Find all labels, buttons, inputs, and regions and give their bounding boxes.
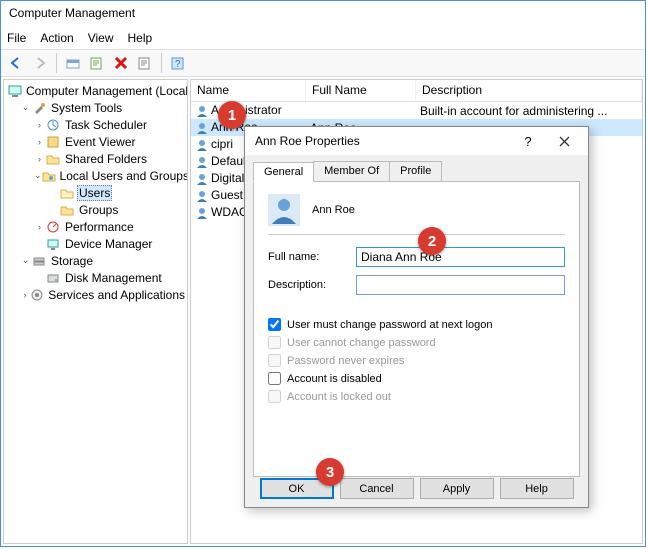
check-disabled[interactable]: Account is disabled	[268, 372, 565, 385]
annotation-1: 1	[218, 101, 246, 129]
menu-help[interactable]: Help	[128, 31, 153, 47]
forward-button[interactable]	[29, 52, 51, 74]
folder-shared-icon	[45, 151, 61, 167]
properties-dialog: Ann Roe Properties ? General Member Of P…	[244, 126, 589, 508]
tree-storage[interactable]: ⌄Storage	[4, 252, 187, 269]
checkbox-cannot-change	[268, 336, 281, 349]
tree-users[interactable]: Users	[4, 184, 187, 201]
dialog-close-button[interactable]	[546, 130, 582, 152]
menu-view[interactable]: View	[88, 31, 114, 47]
tab-profile[interactable]: Profile	[389, 161, 442, 181]
dialog-titlebar: Ann Roe Properties ?	[245, 127, 588, 155]
expander-icon[interactable]: ⌄	[34, 170, 42, 181]
checkbox-disabled[interactable]	[268, 372, 281, 385]
col-full[interactable]: Full Name	[306, 80, 416, 101]
expander-icon[interactable]: ›	[34, 120, 45, 130]
user-icon	[195, 172, 209, 186]
user-icon	[195, 138, 209, 152]
storage-icon	[31, 253, 47, 269]
col-desc[interactable]: Description	[416, 80, 642, 101]
dialog-title: Ann Roe Properties	[255, 134, 360, 148]
folder-open-icon	[59, 185, 75, 201]
list-row[interactable]: AdministratorBuilt-in account for admini…	[191, 102, 642, 119]
toolbar: ?	[1, 49, 645, 77]
tree-task-scheduler[interactable]: ›Task Scheduler	[4, 116, 187, 133]
disk-icon	[45, 270, 61, 286]
window-title: Computer Management	[1, 1, 645, 29]
tab-member-of[interactable]: Member Of	[313, 161, 390, 181]
cancel-button[interactable]: Cancel	[340, 478, 414, 499]
checkbox-locked	[268, 390, 281, 403]
description-input[interactable]	[356, 275, 565, 295]
tree-groups[interactable]: Groups	[4, 201, 187, 218]
tabstrip: General Member Of Profile	[245, 155, 588, 181]
dialog-username: Ann Roe	[312, 204, 355, 216]
apply-button[interactable]: Apply	[420, 478, 494, 499]
computer-icon	[8, 83, 22, 99]
menu-action[interactable]: Action	[40, 31, 73, 47]
refresh-button[interactable]	[134, 52, 156, 74]
check-must-change[interactable]: User must change password at next logon	[268, 318, 565, 331]
expander-icon[interactable]: ›	[34, 137, 45, 147]
help-button[interactable]: Help	[500, 478, 574, 499]
user-icon	[195, 121, 209, 135]
tree-system-tools[interactable]: ⌄System Tools	[4, 99, 187, 116]
tree-local-users-groups[interactable]: ⌄Local Users and Groups	[4, 167, 187, 184]
users-folder-icon	[42, 168, 56, 184]
perf-icon	[45, 219, 61, 235]
expander-icon[interactable]: ⌄	[20, 255, 31, 266]
properties-button[interactable]	[86, 52, 108, 74]
user-icon	[195, 206, 209, 220]
svg-text:?: ?	[175, 59, 181, 70]
list-header: Name Full Name Description	[191, 80, 642, 102]
tree-services-apps[interactable]: ›Services and Applications	[4, 286, 187, 303]
check-never-expires: Password never expires	[268, 354, 565, 367]
annotation-2: 2	[418, 227, 446, 255]
tree-disk-management[interactable]: Disk Management	[4, 269, 187, 286]
menu-file[interactable]: File	[7, 31, 26, 47]
services-icon	[30, 287, 44, 303]
checkbox-never-expires	[268, 354, 281, 367]
dialog-help-button[interactable]: ?	[510, 130, 546, 152]
tab-panel-general: Ann Roe Full name: Description: User mus…	[253, 181, 580, 477]
up-button[interactable]	[62, 52, 84, 74]
tree-shared-folders[interactable]: ›Shared Folders	[4, 150, 187, 167]
tree-device-manager[interactable]: Device Manager	[4, 235, 187, 252]
description-label: Description:	[268, 279, 346, 291]
user-avatar-icon	[268, 194, 300, 226]
expander-icon[interactable]: ›	[34, 222, 45, 232]
delete-button[interactable]	[110, 52, 132, 74]
user-icon	[195, 155, 209, 169]
menubar: File Action View Help	[1, 29, 645, 49]
clock-icon	[45, 117, 61, 133]
dialog-buttons: OK Cancel Apply Help	[245, 478, 588, 499]
user-icon	[195, 104, 209, 118]
annotation-3: 3	[316, 458, 344, 486]
expander-icon[interactable]: ⌄	[20, 102, 31, 113]
back-button[interactable]	[5, 52, 27, 74]
tools-icon	[31, 100, 47, 116]
help-button[interactable]: ?	[167, 52, 189, 74]
tree-event-viewer[interactable]: ›Event Viewer	[4, 133, 187, 150]
tree-performance[interactable]: ›Performance	[4, 218, 187, 235]
expander-icon[interactable]: ›	[34, 154, 45, 164]
tab-general[interactable]: General	[253, 162, 314, 182]
expander-icon[interactable]: ›	[20, 290, 30, 300]
check-locked: Account is locked out	[268, 390, 565, 403]
folder-icon	[59, 202, 75, 218]
check-cannot-change: User cannot change password	[268, 336, 565, 349]
tree-root[interactable]: Computer Management (Local)	[4, 82, 187, 99]
tree-pane[interactable]: Computer Management (Local) ⌄System Tool…	[3, 79, 188, 544]
event-icon	[45, 134, 61, 150]
checkbox-must-change[interactable]	[268, 318, 281, 331]
device-icon	[45, 236, 61, 252]
fullname-label: Full name:	[268, 251, 346, 263]
col-name[interactable]: Name	[191, 80, 306, 101]
user-icon	[195, 189, 209, 203]
fullname-input[interactable]	[356, 247, 565, 267]
